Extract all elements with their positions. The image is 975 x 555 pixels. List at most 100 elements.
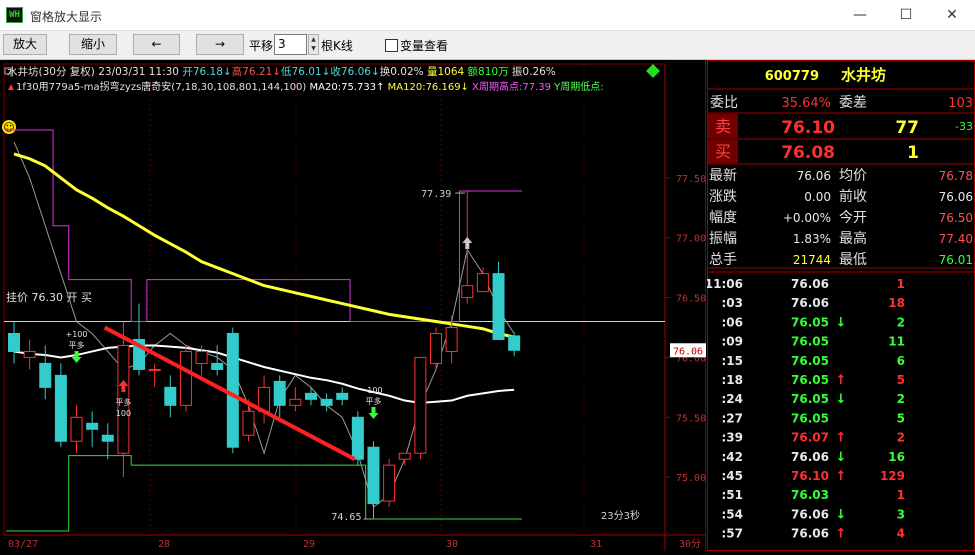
stat-label: 今开 (839, 210, 867, 226)
shift-label: 平移 (249, 39, 274, 53)
weibi-value: 35.64% (781, 96, 831, 111)
signal1-bottom-label: 平多 (69, 340, 85, 350)
toolbar: 放大 缩小 ← → 平移 3 ▲ ▼ 根K线 变量查看 (0, 31, 975, 60)
shift-unit-label: 根K线 (321, 39, 353, 53)
candle-body (383, 464, 396, 502)
tick-direction-icon: ↓ (836, 392, 847, 407)
candle-body (101, 434, 114, 442)
stock-name: 水井坊 (841, 66, 886, 84)
candle-body (445, 327, 458, 352)
candle-body (226, 333, 239, 448)
tick-volume: 2 (897, 315, 905, 329)
zoom-out-button[interactable]: 缩小 (69, 34, 117, 55)
diamond-icon[interactable] (646, 64, 660, 78)
kline-chart[interactable]: 77.5077.0076.5076.0075.5075.0003/27 28 29 3… (0, 60, 706, 551)
candle-body (476, 273, 489, 293)
tick-direction-icon: ↑ (836, 373, 847, 388)
candle-body (8, 333, 20, 352)
candle-body (336, 392, 349, 400)
stat-label: 总手 (709, 252, 737, 268)
candle-body (86, 422, 99, 430)
stat-label: 均价 (839, 168, 867, 184)
hang-price-label: 挂价 76.30 开 买 (6, 290, 92, 304)
tick-volume: 5 (897, 373, 905, 387)
time-axis-label: 28 (158, 539, 170, 550)
left-arrow-button[interactable]: ← (133, 34, 180, 55)
header-field: 水井坊(30分 复权) 23/03/31 11:30 (7, 65, 182, 78)
signal1-down-arrow-icon (71, 351, 82, 363)
candle-body (304, 392, 317, 400)
header-field: 量1064 (427, 66, 468, 78)
candle-body (414, 356, 427, 454)
tick-volume: 6 (897, 354, 905, 368)
buy-volume: 1 (907, 143, 919, 163)
candle-body (70, 416, 83, 442)
tick-price: 76.06 (791, 527, 829, 541)
tick-price: 76.05 (791, 411, 829, 425)
time-axis-label: 30分 (679, 538, 701, 550)
header-field: X周期高点:77.39 (472, 80, 554, 93)
kline-chart-pane[interactable]: 77.50 77.00 76.50 76.00 75.50 75.00 03/27 28 29 3… (0, 60, 706, 551)
zoom-in-button[interactable]: 放大 (3, 34, 47, 55)
tick-price: 76.03 (791, 488, 829, 502)
right-arrow-button[interactable]: → (196, 34, 244, 55)
tick-time: :45 (722, 469, 744, 483)
price-axis-label: 75.50 (676, 413, 706, 424)
minimize-button[interactable]: — (837, 4, 883, 26)
maximize-button[interactable]: ☐ (883, 4, 929, 26)
stat-label: 最高 (839, 230, 867, 247)
stat-value: 76.78 (939, 169, 973, 183)
tick-price: 76.06 (791, 296, 829, 310)
tick-time: :39 (722, 431, 744, 445)
tick-price: 76.07 (791, 431, 829, 445)
candle-body (508, 335, 521, 351)
app-icon: WH (6, 7, 23, 23)
tick-volume: 1 (897, 488, 905, 502)
signal2-bottom-label: 100 (116, 409, 131, 418)
stat-label: 振幅 (709, 231, 737, 247)
tick-time: :06 (722, 315, 744, 329)
close-button[interactable]: ✕ (929, 4, 975, 26)
tick-price: 76.05 (791, 392, 829, 406)
tick-volume: 2 (897, 431, 905, 445)
candle-body (164, 386, 177, 406)
buy-price: 76.08 (781, 143, 835, 163)
candle-body (39, 362, 52, 388)
candle-body (492, 273, 505, 340)
sell-price: 76.10 (781, 118, 835, 138)
tick-volume: 129 (880, 469, 905, 483)
sell-change: -33 (955, 120, 973, 133)
time-axis-label: 30 (446, 539, 458, 550)
tick-direction-icon: ↓ (836, 315, 847, 330)
candle-body (430, 333, 443, 364)
tick-time: :18 (722, 373, 744, 387)
stat-value: 0.00 (804, 190, 831, 204)
shift-spinner[interactable]: ▲ ▼ (308, 34, 319, 55)
signal1-top-label: +100 (66, 330, 88, 339)
tick-price: 76.05 (791, 335, 829, 349)
signal3-bottom-label: 平多 (365, 396, 381, 406)
stat-value: 1.83% (793, 232, 831, 246)
shift-input[interactable]: 3 (274, 34, 307, 55)
header-field: 高76.21↓ (232, 65, 281, 78)
time-axis-label: 31 (590, 539, 602, 550)
candle-body (179, 350, 192, 406)
tick-direction-icon: ↑ (836, 527, 847, 542)
tick-volume: 18 (888, 296, 905, 310)
quote-panel-svg: 600779 水井坊委比 35.64% 委差 103 卖 76.10 77 -33 买 76.08 1… (705, 60, 975, 551)
var-view-checkbox[interactable] (385, 39, 398, 52)
tick-time: :24 (722, 392, 744, 406)
signal2-top-label: 平多 (115, 397, 131, 407)
stat-value: +0.00% (783, 211, 831, 225)
stat-label: 涨跌 (709, 189, 737, 205)
tick-price: 76.05 (791, 373, 829, 387)
low-label: 74.65 (331, 512, 361, 523)
sell-volume: 77 (895, 118, 919, 138)
tick-time: :03 (722, 296, 744, 310)
chart-header-line2: 1f30用779a5-ma拐弯zyzs唐奇安(7,18,30,108,801,1… (16, 80, 604, 93)
current-price-tag-label: 76.06 (673, 346, 703, 357)
tick-volume: 16 (888, 450, 905, 464)
time-axis-label: 29 (303, 539, 315, 550)
tick-time: :27 (722, 411, 744, 425)
tick-time: :09 (722, 335, 744, 349)
